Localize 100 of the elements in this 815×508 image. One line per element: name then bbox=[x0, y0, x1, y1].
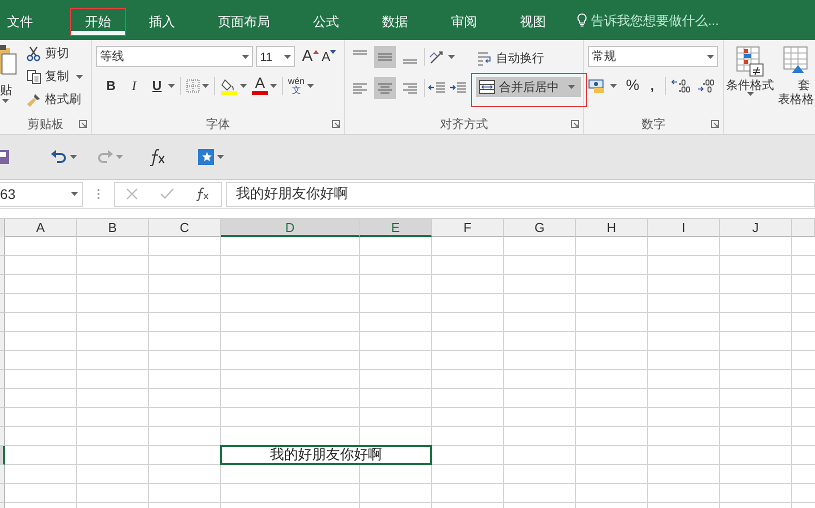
table-cell[interactable] bbox=[648, 275, 720, 294]
column-header[interactable]: H bbox=[576, 219, 648, 237]
table-cell[interactable] bbox=[149, 465, 221, 484]
font-style-button[interactable]: U bbox=[148, 77, 166, 95]
table-cell[interactable] bbox=[149, 332, 221, 351]
caret-icon[interactable] bbox=[270, 84, 278, 88]
table-cell[interactable] bbox=[5, 237, 77, 256]
caret-icon[interactable] bbox=[746, 92, 754, 96]
table-cell[interactable] bbox=[720, 408, 792, 427]
row-header[interactable] bbox=[0, 408, 5, 427]
table-cell[interactable] bbox=[360, 332, 432, 351]
table-cell[interactable] bbox=[5, 484, 77, 503]
number-format-dropdown[interactable]: 常规 bbox=[588, 46, 718, 67]
table-cell[interactable] bbox=[648, 389, 720, 408]
table-cell[interactable] bbox=[360, 370, 432, 389]
table-cell[interactable] bbox=[504, 484, 576, 503]
table-cell[interactable] bbox=[77, 294, 149, 313]
vertical-align-icon[interactable] bbox=[374, 46, 396, 68]
table-cell[interactable] bbox=[504, 446, 576, 465]
table-cell[interactable] bbox=[360, 294, 432, 313]
table-cell[interactable] bbox=[432, 237, 504, 256]
caret-icon[interactable] bbox=[76, 74, 83, 78]
merge-center-button[interactable]: 合并后居中 bbox=[471, 73, 587, 107]
row-header[interactable] bbox=[0, 351, 5, 370]
caret-icon[interactable] bbox=[217, 155, 224, 159]
table-cell[interactable] bbox=[360, 275, 432, 294]
table-cell[interactable] bbox=[5, 370, 77, 389]
ribbon-tab[interactable]: 插入 bbox=[136, 8, 188, 36]
table-cell[interactable] bbox=[504, 427, 576, 446]
caret-icon[interactable] bbox=[284, 54, 291, 58]
clipboard-command[interactable]: 复制 bbox=[26, 67, 83, 86]
table-cell[interactable] bbox=[360, 256, 432, 275]
table-cell[interactable] bbox=[504, 313, 576, 332]
dialog-launcher-icon[interactable] bbox=[571, 120, 579, 128]
table-cell[interactable] bbox=[576, 313, 648, 332]
table-cell[interactable] bbox=[432, 427, 504, 446]
table-cell[interactable] bbox=[576, 351, 648, 370]
table-cell[interactable] bbox=[221, 351, 360, 370]
table-cell[interactable] bbox=[149, 408, 221, 427]
format-as-table-button[interactable]: 套 表格格 bbox=[778, 46, 814, 106]
undo-icon[interactable] bbox=[50, 149, 68, 165]
paste-button-label[interactable]: 贴 bbox=[0, 82, 12, 99]
font-style-button[interactable]: B bbox=[102, 77, 120, 95]
table-cell[interactable] bbox=[432, 446, 504, 465]
table-cell[interactable]: 我的好朋友你好啊 bbox=[220, 445, 432, 465]
ribbon-tab[interactable]: 视图 bbox=[507, 8, 559, 36]
font-size-dropdown[interactable]: 11 bbox=[256, 46, 295, 67]
row-header[interactable] bbox=[0, 313, 5, 332]
table-cell[interactable] bbox=[149, 370, 221, 389]
increase-indent-icon[interactable] bbox=[449, 81, 467, 95]
table-cell[interactable] bbox=[221, 256, 360, 275]
grow-font-button[interactable]: A bbox=[302, 48, 319, 66]
column-header[interactable]: J bbox=[720, 219, 792, 237]
table-cell[interactable] bbox=[432, 389, 504, 408]
dialog-launcher-icon[interactable] bbox=[79, 120, 87, 128]
table-cell[interactable] bbox=[5, 389, 77, 408]
table-cell[interactable] bbox=[5, 294, 77, 313]
table-cell[interactable] bbox=[5, 256, 77, 275]
table-cell[interactable] bbox=[221, 484, 360, 503]
table-cell[interactable] bbox=[432, 256, 504, 275]
table-cell[interactable] bbox=[149, 275, 221, 294]
column-header[interactable] bbox=[792, 219, 815, 237]
font-name-dropdown[interactable]: 等线 bbox=[96, 46, 253, 67]
table-cell[interactable] bbox=[504, 465, 576, 484]
table-cell[interactable] bbox=[576, 294, 648, 313]
clipboard-command[interactable]: 格式刷 bbox=[26, 90, 83, 109]
table-cell[interactable] bbox=[576, 465, 648, 484]
row-header[interactable] bbox=[0, 389, 5, 408]
table-cell[interactable] bbox=[149, 313, 221, 332]
table-cell[interactable] bbox=[648, 408, 720, 427]
enter-icon[interactable] bbox=[160, 188, 174, 200]
row-header[interactable] bbox=[0, 256, 5, 275]
column-header[interactable]: B bbox=[77, 219, 149, 237]
cancel-icon[interactable] bbox=[126, 188, 138, 200]
table-cell[interactable] bbox=[432, 484, 504, 503]
redo-icon[interactable] bbox=[96, 149, 114, 165]
row-header[interactable] bbox=[0, 446, 5, 465]
table-cell[interactable] bbox=[504, 237, 576, 256]
table-cell[interactable] bbox=[576, 275, 648, 294]
table-cell[interactable] bbox=[720, 484, 792, 503]
caret-icon[interactable] bbox=[2, 99, 9, 103]
ribbon-tab[interactable]: 数据 bbox=[369, 8, 421, 36]
table-cell[interactable] bbox=[648, 351, 720, 370]
table-cell[interactable] bbox=[77, 351, 149, 370]
table-cell[interactable] bbox=[720, 256, 792, 275]
table-cell[interactable] bbox=[77, 275, 149, 294]
table-cell[interactable] bbox=[221, 237, 360, 256]
table-cell[interactable] bbox=[360, 484, 432, 503]
table-cell[interactable] bbox=[504, 294, 576, 313]
table-cell[interactable] bbox=[504, 389, 576, 408]
row-header[interactable] bbox=[0, 275, 5, 294]
caret-icon[interactable] bbox=[168, 84, 175, 88]
table-cell[interactable] bbox=[77, 332, 149, 351]
clipboard-command[interactable]: 剪切 bbox=[26, 44, 83, 63]
name-box[interactable]: 63 bbox=[0, 182, 83, 206]
formula-field[interactable]: 我的好朋友你好啊 bbox=[226, 182, 815, 206]
column-header[interactable]: D bbox=[221, 219, 360, 237]
table-cell[interactable] bbox=[720, 427, 792, 446]
table-cell[interactable] bbox=[5, 332, 77, 351]
ribbon-tab[interactable]: 文件 bbox=[0, 8, 46, 36]
